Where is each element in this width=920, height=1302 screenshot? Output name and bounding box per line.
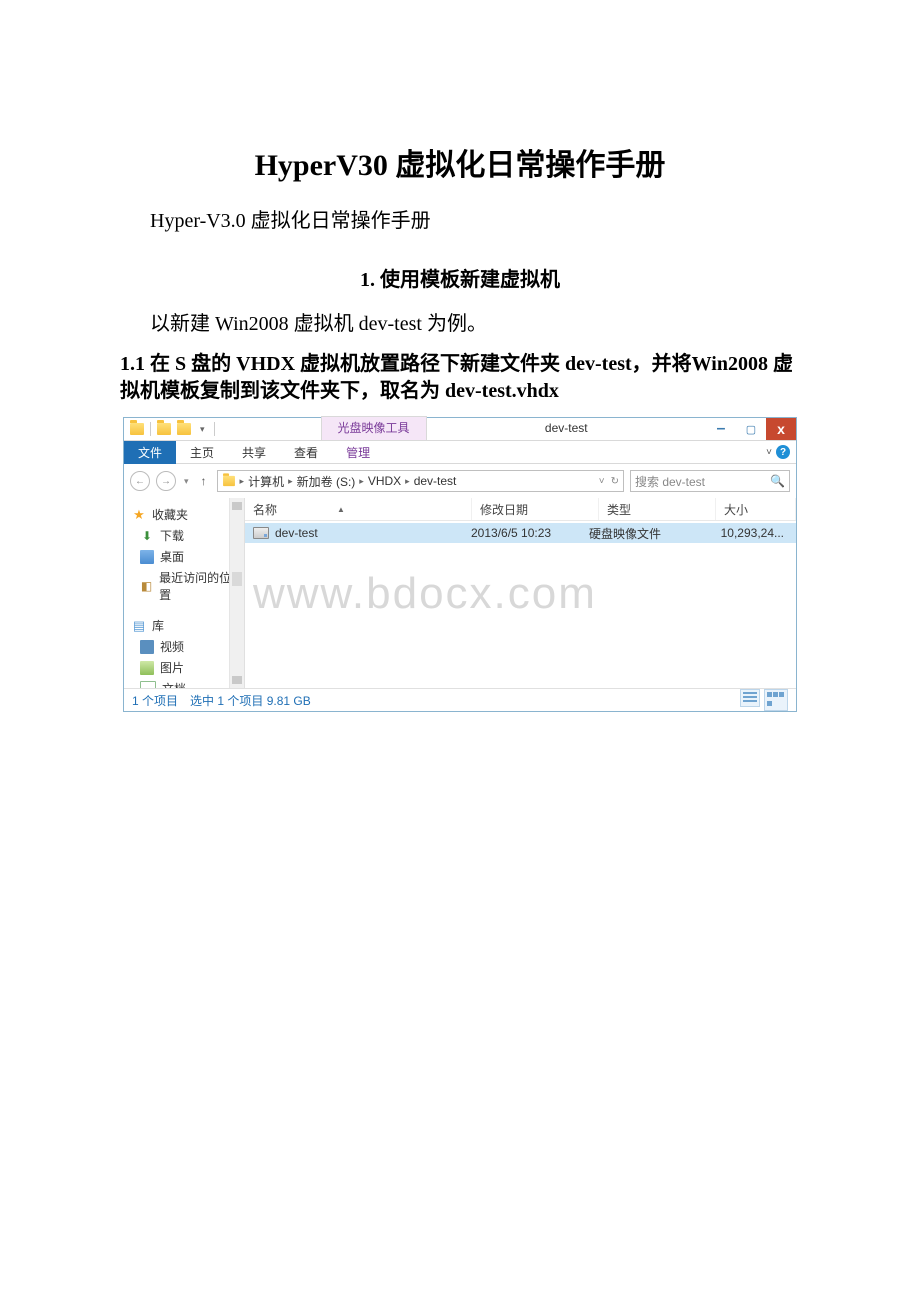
tab-view[interactable]: 查看	[280, 441, 332, 464]
subsection-1-1-heading: 1.1 在 S 盘的 VHDX 虚拟机放置路径下新建文件夹 dev-test，并…	[120, 351, 800, 405]
scroll-up-icon[interactable]	[232, 502, 242, 510]
download-icon: ⬇	[140, 529, 154, 543]
doc-subtitle: Hyper-V3.0 虚拟化日常操作手册	[150, 204, 800, 233]
file-name: dev-test	[275, 526, 318, 540]
navigation-pane: ★收藏夹 ⬇下载 桌面 ◧最近访问的位置 ▤库 视频 图片 文档 ♪音乐	[124, 498, 245, 688]
sidebar-libraries[interactable]: ▤库	[124, 615, 244, 636]
history-dropdown-icon[interactable]: ▾	[182, 476, 191, 487]
sidebar-favorites[interactable]: ★收藏夹	[124, 504, 244, 525]
collapse-ribbon-icon[interactable]: ˅	[766, 447, 772, 458]
status-item-count: 1 个项目	[132, 692, 178, 709]
breadcrumb-item[interactable]: VHDX	[368, 474, 401, 488]
search-input[interactable]: 搜索 dev-test 🔍	[630, 470, 790, 492]
sidebar-downloads[interactable]: ⬇下载	[124, 525, 244, 546]
breadcrumb-item[interactable]: 计算机	[248, 473, 284, 490]
sidebar-recent[interactable]: ◧最近访问的位置	[124, 567, 244, 605]
breadcrumb-item[interactable]: 新加卷 (S:)	[297, 473, 356, 490]
up-button[interactable]: ↑	[197, 474, 211, 488]
file-size: 10,293,24...	[689, 526, 796, 540]
minimize-button[interactable]: –	[706, 418, 736, 440]
file-date: 2013/6/5 10:23	[463, 526, 581, 540]
status-bar: 1 个项目 选中 1 个项目 9.81 GB	[124, 688, 796, 711]
ribbon-tabs: 文件 主页 共享 查看 管理 ˅ ?	[124, 441, 796, 464]
column-date[interactable]: 修改日期	[472, 498, 599, 520]
details-view-button[interactable]	[740, 689, 760, 707]
chevron-right-icon: ▸	[238, 476, 247, 487]
file-explorer-window: ▾ 光盘映像工具 dev-test – ▢ x 文件 主页 共享 查看 管理 ˅…	[123, 417, 797, 712]
forward-button[interactable]: →	[156, 471, 176, 491]
column-name[interactable]: 名称▲	[245, 498, 472, 520]
icons-view-button[interactable]	[764, 689, 788, 711]
folder-icon[interactable]	[177, 423, 191, 435]
column-size[interactable]: 大小	[716, 498, 796, 520]
window-title: dev-test	[427, 418, 706, 440]
file-row[interactable]: dev-test 2013/6/5 10:23 硬盘映像文件 10,293,24…	[245, 523, 796, 543]
separator	[150, 422, 151, 436]
refresh-icon[interactable]: ↻	[611, 476, 619, 487]
tab-share[interactable]: 共享	[228, 441, 280, 464]
search-placeholder: 搜索 dev-test	[635, 473, 705, 490]
document-icon	[140, 681, 156, 689]
file-list-pane: 名称▲ 修改日期 类型 大小 dev-test 2013/6/5 10:23 硬…	[245, 498, 796, 688]
status-selection: 选中 1 个项目 9.81 GB	[190, 692, 311, 709]
close-button[interactable]: x	[766, 418, 796, 440]
breadcrumb-item[interactable]: dev-test	[414, 474, 457, 488]
chevron-down-icon[interactable]: ˅	[599, 476, 605, 487]
library-icon: ▤	[132, 619, 146, 633]
sidebar-desktop[interactable]: 桌面	[124, 546, 244, 567]
folder-icon[interactable]	[157, 423, 171, 435]
titlebar: ▾ 光盘映像工具 dev-test – ▢ x	[124, 418, 796, 441]
back-button[interactable]: ←	[130, 471, 150, 491]
address-bar[interactable]: ▸ 计算机 ▸ 新加卷 (S:) ▸ VHDX ▸ dev-test ˅ ↻	[217, 470, 624, 492]
file-type: 硬盘映像文件	[581, 525, 689, 542]
folder-icon	[223, 476, 235, 486]
sidebar-pictures[interactable]: 图片	[124, 657, 244, 678]
maximize-button[interactable]: ▢	[736, 418, 766, 440]
tab-home[interactable]: 主页	[176, 441, 228, 464]
contextual-tab-label: 光盘映像工具	[321, 416, 427, 440]
disk-image-icon	[253, 527, 269, 539]
tab-file[interactable]: 文件	[124, 441, 176, 464]
star-icon: ★	[132, 508, 146, 522]
section-1-body: 以新建 Win2008 虚拟机 dev-test 为例。	[150, 307, 800, 336]
search-icon: 🔍	[770, 474, 785, 488]
recent-icon: ◧	[140, 579, 153, 593]
scroll-down-icon[interactable]	[232, 676, 242, 684]
sidebar-video[interactable]: 视频	[124, 636, 244, 657]
video-icon	[140, 640, 154, 654]
column-type[interactable]: 类型	[599, 498, 716, 520]
qat-dropdown-icon[interactable]: ▾	[197, 424, 208, 435]
column-headers: 名称▲ 修改日期 类型 大小	[245, 498, 796, 521]
section-1-heading: 1. 使用模板新建虚拟机	[120, 263, 800, 292]
doc-title: HyperV30 虚拟化日常操作手册	[120, 140, 800, 184]
sort-asc-icon: ▲	[337, 505, 345, 514]
sidebar-documents[interactable]: 文档	[124, 678, 244, 688]
desktop-icon	[140, 550, 154, 564]
tab-manage[interactable]: 管理	[332, 441, 384, 464]
watermark-text: www.bdocx.com	[245, 569, 796, 619]
chevron-right-icon: ▸	[286, 476, 295, 487]
folder-icon	[130, 423, 144, 435]
chevron-right-icon: ▸	[357, 476, 366, 487]
separator	[214, 422, 215, 436]
chevron-right-icon: ▸	[403, 476, 412, 487]
help-icon[interactable]: ?	[776, 445, 790, 459]
scrollbar[interactable]	[229, 498, 244, 688]
address-bar-row: ← → ▾ ↑ ▸ 计算机 ▸ 新加卷 (S:) ▸ VHDX ▸ dev-te…	[124, 464, 796, 498]
scroll-thumb[interactable]	[232, 572, 242, 586]
image-icon	[140, 661, 154, 675]
